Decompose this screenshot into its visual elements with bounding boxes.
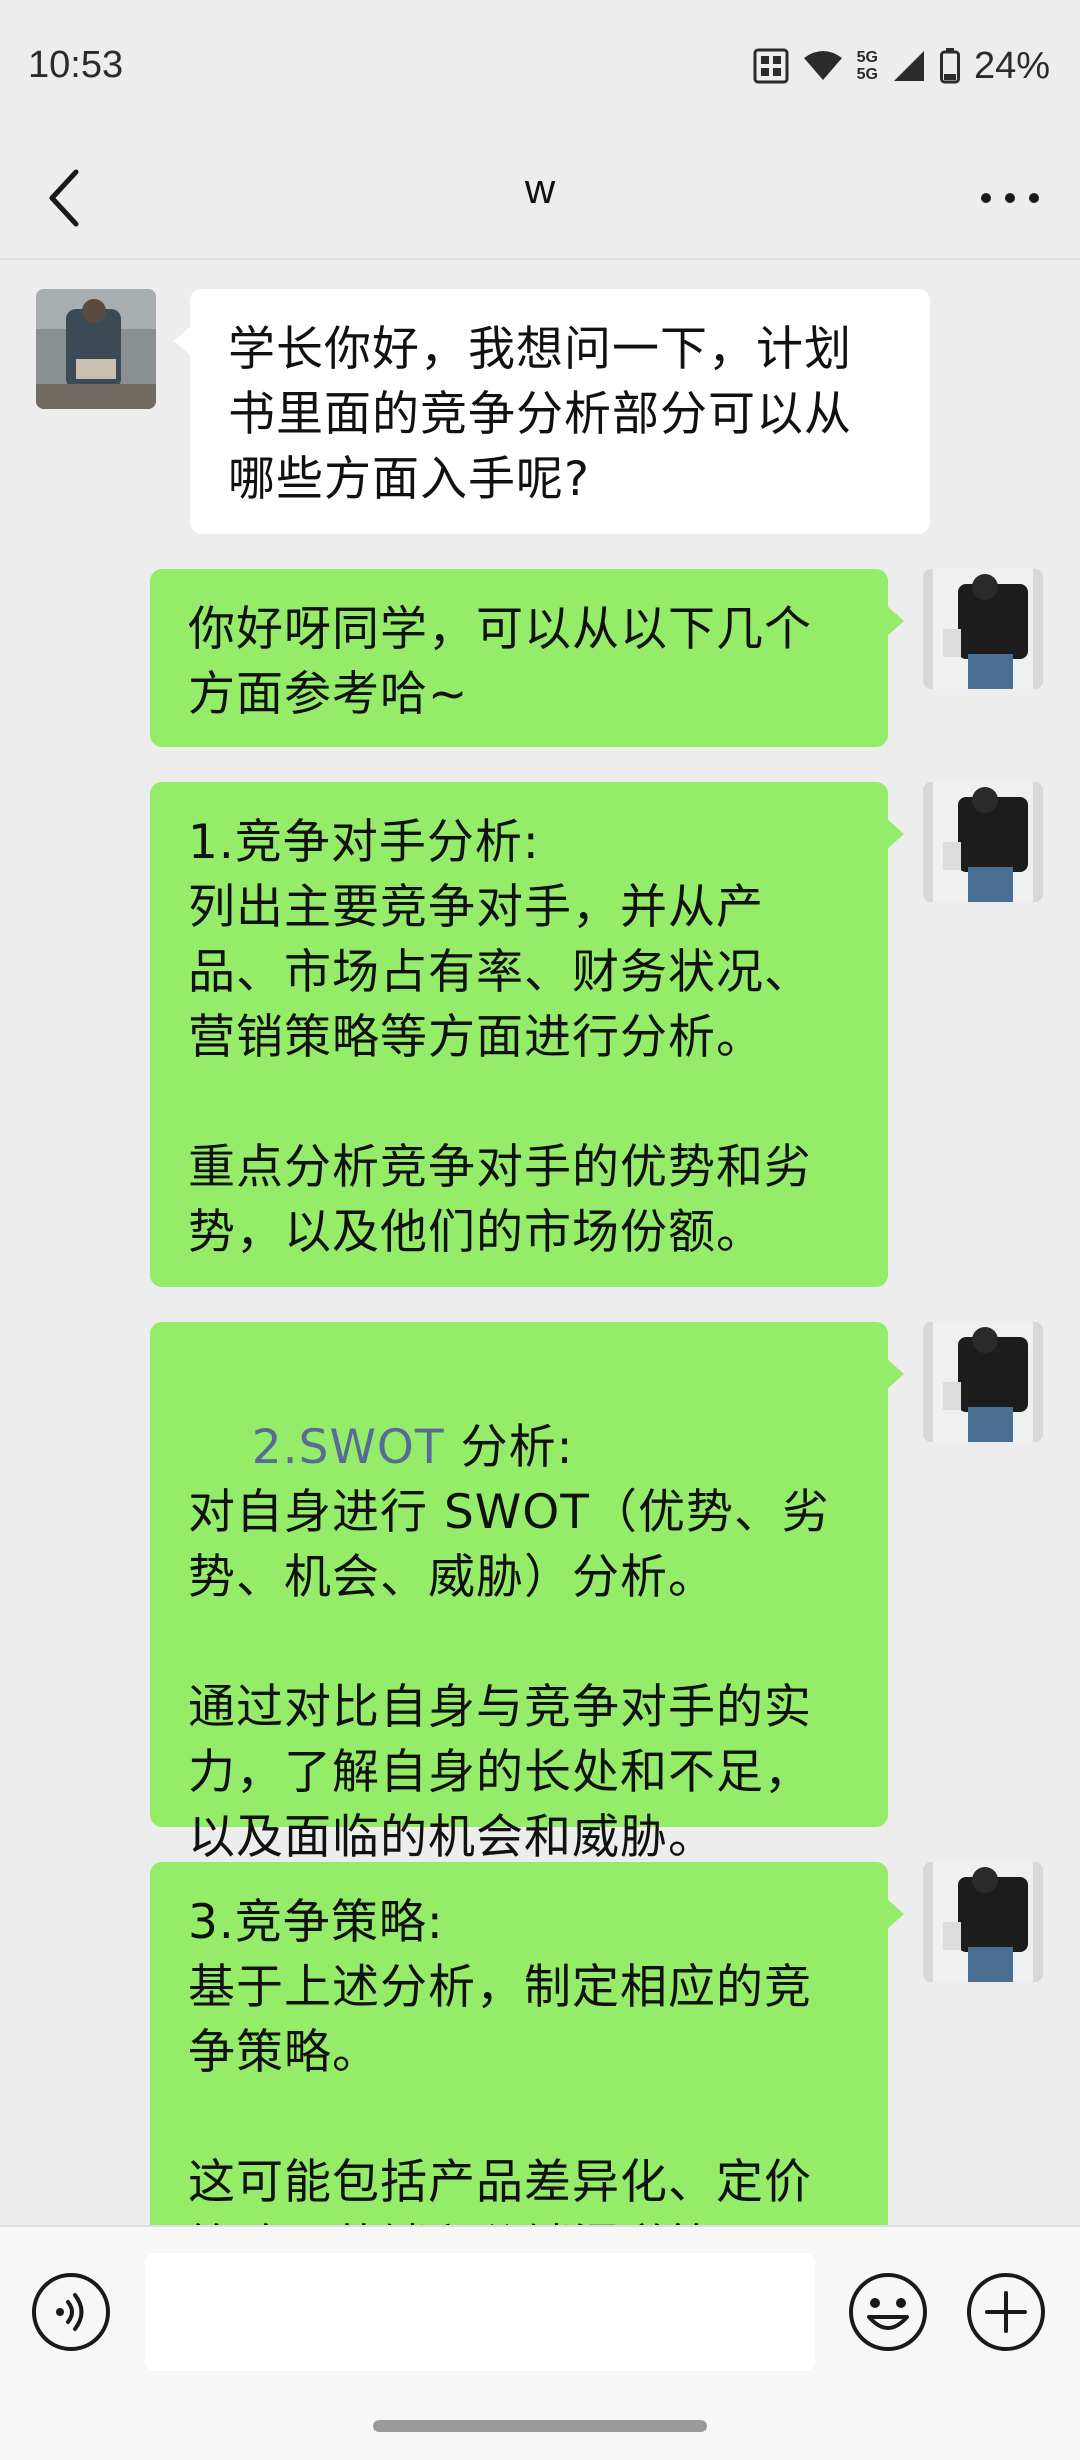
chat-title: w (524, 165, 556, 212)
status-time: 10:53 (28, 44, 124, 86)
message-heading: 分析: (444, 1420, 574, 1475)
battery-icon (939, 48, 960, 84)
more-button[interactable] (970, 173, 1050, 223)
home-indicator[interactable] (373, 2420, 707, 2432)
message-bubble[interactable]: 学长你好，我想问一下，计划书里面的竞争分析部分可以从哪些方面入手呢? (174, 289, 930, 534)
voice-button[interactable] (30, 2271, 112, 2353)
self-avatar[interactable] (923, 1862, 1043, 1982)
message-bubble[interactable]: 3.竞争策略: 基于上述分析，制定相应的竞争策略。 这可能包括产品差异化、定价策… (150, 1862, 904, 2225)
message-bubble[interactable]: 2.SWOT 分析: 对自身进行 SWOT（优势、劣势、机会、威胁）分析。 通过… (150, 1322, 904, 1865)
emoji-icon (847, 2273, 929, 2357)
more-functions-button[interactable] (965, 2271, 1047, 2353)
message-bubble[interactable]: 1.竞争对手分析: 列出主要竞争对手，并从产品、市场占有率、财务状况、营销策略等… (150, 782, 904, 1287)
input-bar (0, 2225, 1080, 2460)
nfc-icon (753, 48, 789, 84)
self-avatar[interactable] (923, 569, 1043, 689)
emoji-button[interactable] (847, 2271, 929, 2353)
status-icons: 5G 5G 24% (753, 44, 1050, 88)
swot-link[interactable]: 2.SWOT (252, 1420, 445, 1475)
battery-level: 24% (973, 44, 1050, 87)
network-type: 5G 5G (856, 49, 878, 83)
contact-avatar[interactable] (36, 289, 156, 409)
plus-icon (965, 2273, 1047, 2357)
status-bar: 10:53 5G 5G 24% (0, 0, 1080, 135)
self-avatar[interactable] (923, 782, 1043, 902)
message-bubble[interactable]: 你好呀同学，可以从以下几个方面参考哈~ (150, 569, 904, 747)
chevron-left-icon (40, 169, 100, 239)
voice-icon (30, 2273, 112, 2357)
chat-header: w (0, 135, 1080, 260)
message-body: 对自身进行 SWOT（优势、劣势、机会、威胁）分析。 通过对比自身与竞争对手的实… (188, 1485, 830, 1865)
more-horizontal-icon (970, 193, 1050, 227)
message-input[interactable] (145, 2253, 815, 2371)
signal-icon (892, 49, 926, 83)
message-list[interactable]: 学长你好，我想问一下，计划书里面的竞争分析部分可以从哪些方面入手呢? 你好呀同学… (0, 262, 1080, 2225)
self-avatar[interactable] (923, 1322, 1043, 1442)
wifi-icon (803, 50, 843, 82)
